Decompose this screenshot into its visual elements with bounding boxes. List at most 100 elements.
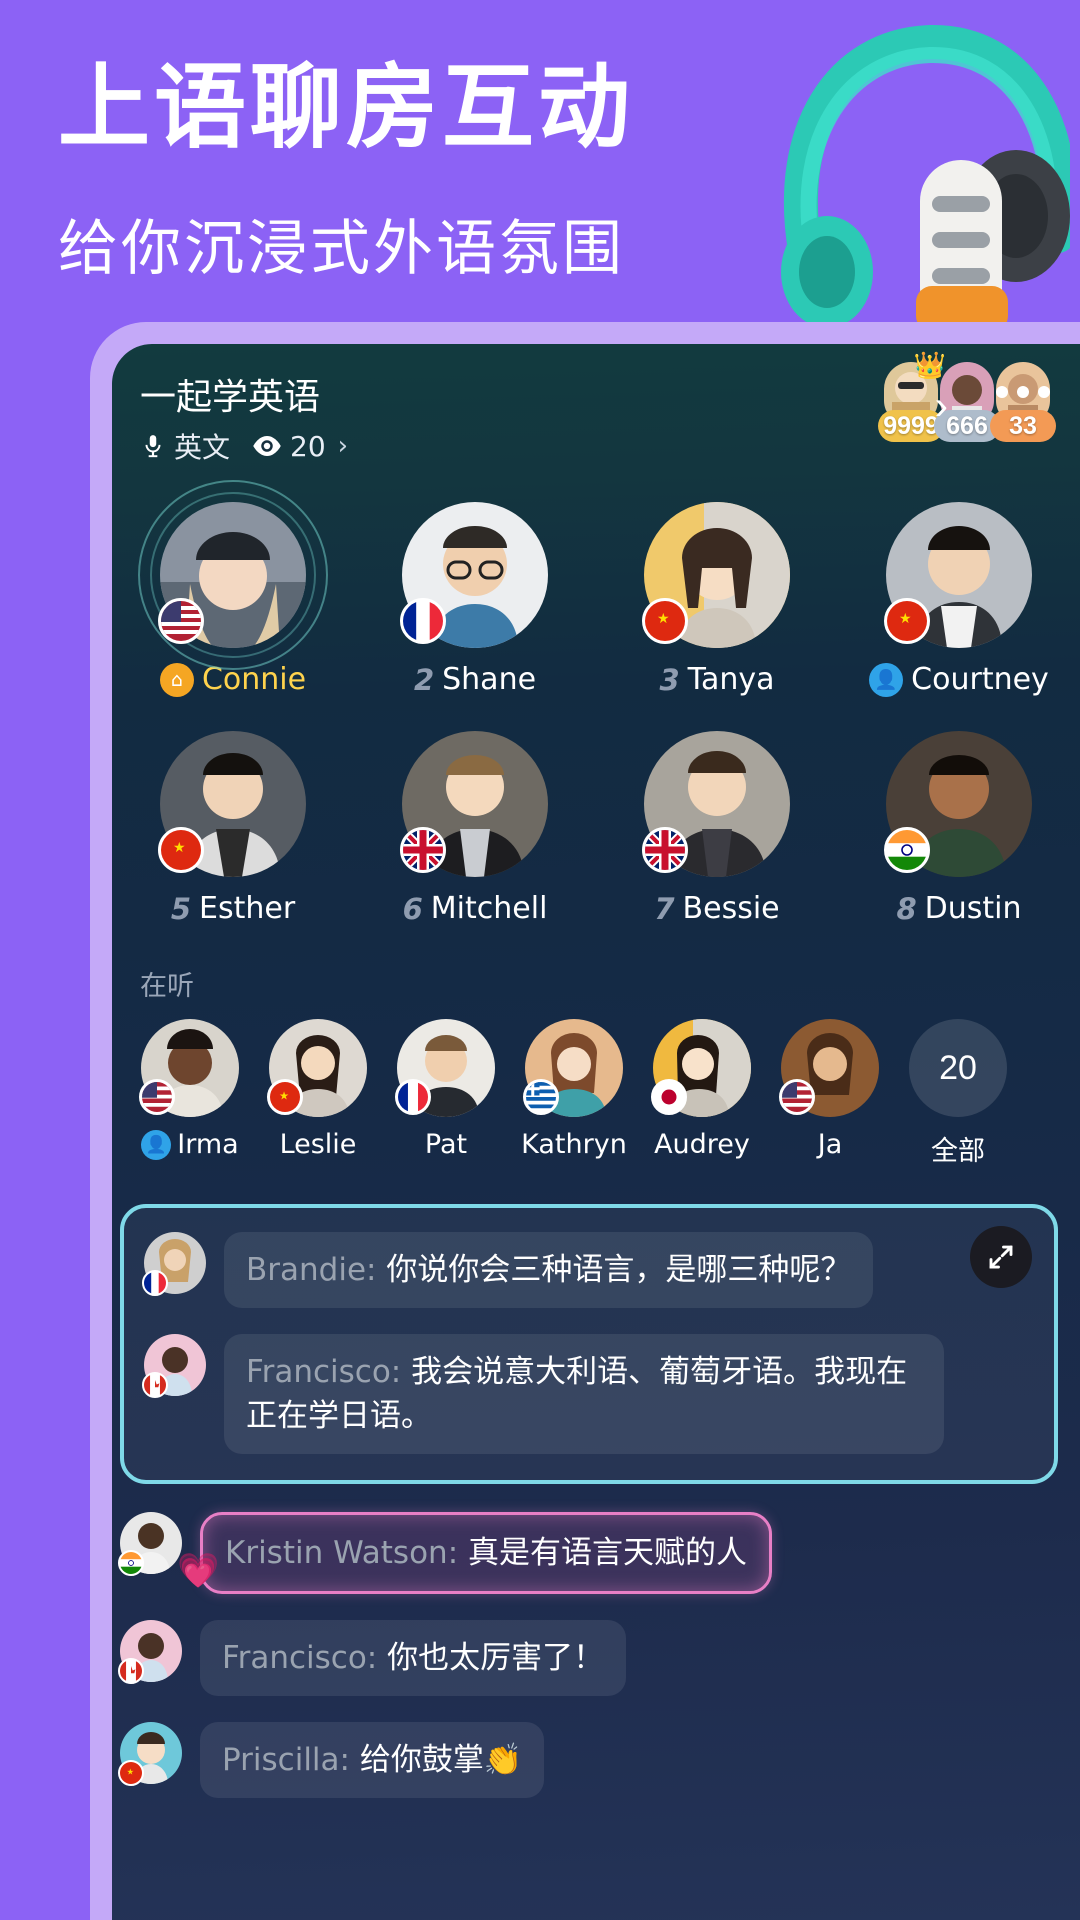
phone-frame: 一起学英语 英文 20 › 👑 9999 666 33 › ⌂ Connie 2… [90, 322, 1080, 1920]
avatar[interactable]: ★ [642, 502, 790, 648]
listener-ja[interactable]: Ja [774, 1019, 886, 1160]
avatar[interactable] [642, 731, 790, 877]
seat-connie[interactable]: ⌂ Connie [133, 480, 333, 697]
message-sender: Priscilla: [222, 1742, 350, 1779]
home-icon: ⌂ [159, 662, 194, 697]
person-icon: 👤 [141, 1129, 172, 1160]
seat-courtney[interactable]: ★ 👤 Courtney [859, 502, 1059, 697]
heart-icon: 💗 [177, 1550, 220, 1591]
chat-message[interactable]: Francisco: 你也太厉害了！ [118, 1620, 1058, 1697]
avatar[interactable] [651, 1019, 751, 1117]
seat-name: Tanya [687, 662, 775, 697]
avatar[interactable] [400, 731, 548, 877]
seat-mitchell[interactable]: 6 Mitchell [375, 731, 575, 926]
listeners-row[interactable]: 👤 Irma ★ Leslie Pat Kathryn Audrey Ja 20… [112, 1019, 1080, 1168]
avatar[interactable]: ★ [118, 1722, 182, 1787]
rank-badge[interactable]: 👑 9999 [878, 350, 946, 442]
message-text: 你说你会三种语言，是哪三种呢？ [386, 1252, 852, 1288]
avatar[interactable]: ★ [158, 731, 306, 877]
flag-icon-us [779, 1079, 815, 1115]
listener-audrey[interactable]: Audrey [646, 1019, 758, 1160]
avatar[interactable] [523, 1019, 623, 1117]
flag-icon-fr [142, 1270, 168, 1296]
avatar[interactable] [118, 1512, 182, 1577]
message-bubble: Francisco: 你也太厉害了！ [200, 1620, 627, 1697]
language-chip[interactable]: 英文 [140, 426, 230, 466]
message-bubble: Brandie: 你说你会三种语言，是哪三种呢？ [224, 1232, 874, 1309]
seat-index: 2 [413, 662, 435, 697]
seat-dustin[interactable]: 8 Dustin [859, 731, 1059, 926]
rank-badge-list[interactable]: 👑 9999 666 33 [878, 350, 1056, 442]
flag-icon-gr [523, 1079, 559, 1115]
avatar[interactable] [138, 480, 328, 670]
chat-message[interactable]: 💗 Kristin Watson: 真是有语言天赋的人 [118, 1512, 1058, 1595]
avatar[interactable] [884, 731, 1032, 877]
person-icon: 👤 [869, 662, 904, 697]
seat-label: 3 Tanya [659, 662, 774, 697]
seat-label: 7 Bessie [654, 891, 779, 926]
avatar[interactable]: ★ [267, 1019, 367, 1117]
seat-label: 5 Esther [171, 891, 295, 926]
seat-esther[interactable]: ★ 5 Esther [133, 731, 333, 926]
flag-icon-ca [118, 1658, 144, 1685]
seat-label: 👤 Courtney [869, 662, 1049, 697]
expand-icon[interactable] [970, 1226, 1032, 1288]
avatar[interactable] [400, 502, 548, 648]
seat-name: Shane [442, 662, 537, 697]
message-sender: Francisco: [222, 1640, 378, 1677]
listeners-section: 在听 👤 Irma ★ Leslie Pat Kathryn Audrey Ja… [112, 964, 1080, 1168]
rank-value: 33 [990, 410, 1056, 442]
avatar[interactable]: ★ [884, 502, 1032, 648]
highlighted-message-group[interactable]: Brandie: 你说你会三种语言，是哪三种呢？ Francisco: 我会说意… [120, 1204, 1058, 1485]
avatar[interactable] [395, 1019, 495, 1117]
rank-list-arrow[interactable]: › [935, 384, 948, 429]
listener-name: Leslie [279, 1129, 357, 1160]
flag-icon-cn: ★ [884, 598, 930, 644]
listeners-label: 在听 [140, 971, 194, 1002]
avatar[interactable] [142, 1334, 206, 1399]
chat-message[interactable]: Brandie: 你说你会三种语言，是哪三种呢？ [142, 1232, 1034, 1309]
view-all-listeners-button[interactable]: 20 全部 [902, 1019, 1014, 1168]
listener-leslie[interactable]: ★ Leslie [262, 1019, 374, 1160]
chat-message[interactable]: ★ Priscilla: 给你鼓掌👏 [118, 1722, 1058, 1799]
seat-index: 3 [659, 662, 680, 697]
avatar[interactable] [142, 1232, 206, 1296]
listener-pat[interactable]: Pat [390, 1019, 502, 1160]
seat-index: 8 [896, 891, 917, 926]
flag-icon-in [118, 1550, 144, 1577]
seat-bessie[interactable]: 7 Bessie [617, 731, 817, 926]
flag-icon-fr [400, 598, 446, 644]
chat-message[interactable]: Francisco: 我会说意大利语、葡萄牙语。我现在正在学日语。 [142, 1334, 1034, 1455]
flag-icon-cn: ★ [267, 1079, 303, 1115]
seat-name: Courtney [911, 662, 1049, 697]
seat-index: 7 [654, 891, 675, 926]
seat-index: 5 [170, 891, 192, 926]
listener-kathryn[interactable]: Kathryn [518, 1019, 630, 1160]
avatar[interactable] [139, 1019, 239, 1117]
seat-shane[interactable]: 2 Shane [375, 502, 575, 697]
svg-text:★: ★ [657, 610, 670, 626]
message-sender: Brandie: [246, 1252, 377, 1288]
listener-name: Pat [424, 1129, 468, 1160]
rank-badge[interactable]: 33 [990, 360, 1056, 442]
flag-icon-in [884, 827, 930, 873]
flag-icon-jp [651, 1079, 687, 1115]
seat-grid: ⌂ Connie 2 Shane ★ 3 Tanya ★ 👤 Courtney … [112, 480, 1080, 960]
viewers-chip[interactable]: 20 › [252, 430, 348, 463]
message-text: 你也太厉害了！ [387, 1640, 605, 1677]
message-sender: Kristin Watson: [225, 1535, 459, 1572]
seat-name: Mitchell [430, 891, 548, 926]
listener-irma[interactable]: 👤 Irma [134, 1019, 246, 1160]
avatar[interactable] [118, 1620, 182, 1685]
seat-label: 8 Dustin [896, 891, 1021, 926]
avatar[interactable] [779, 1019, 879, 1117]
svg-text:★: ★ [173, 839, 186, 855]
chevron-right-icon: › [337, 431, 349, 461]
flag-icon-us [158, 598, 204, 644]
message-text: 真是有语言天赋的人 [468, 1535, 747, 1572]
seat-name: Bessie [682, 891, 780, 926]
flag-icon-cn: ★ [642, 598, 688, 644]
seat-tanya[interactable]: ★ 3 Tanya [617, 502, 817, 697]
ellipsis-icon[interactable] [996, 386, 1050, 398]
hero-subtitle: 给你沉浸式外语氛围 [58, 214, 625, 284]
